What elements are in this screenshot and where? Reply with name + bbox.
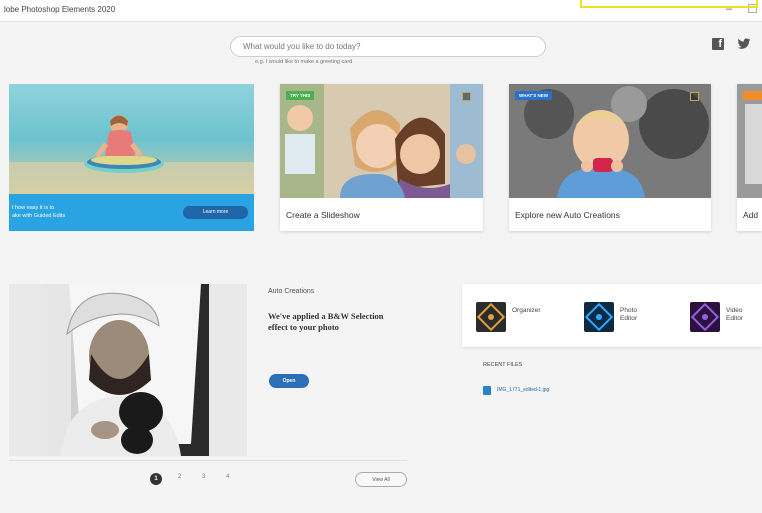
add-card-badge [743, 91, 762, 100]
slideshow-photo [280, 84, 483, 198]
add-card[interactable]: Add [737, 84, 762, 231]
add-card-label: Add [743, 210, 759, 220]
search-hint: e.g. I would like to make a greeting car… [255, 59, 353, 65]
guided-edits-card[interactable]: t how easy it is to ake with Guided Edit… [9, 84, 254, 231]
divider [9, 460, 407, 461]
slideshow-card[interactable]: TRY THIS Create a Slideshow [280, 84, 483, 231]
highlight-box [580, 0, 758, 8]
page-4[interactable]: 4 [226, 474, 229, 480]
whats-new-badge: WHAT'S NEW [515, 91, 552, 100]
auto-creations-label: Explore new Auto Creations [515, 210, 620, 220]
video-editor-icon [690, 302, 720, 332]
video-editor-label: Video Editor [726, 307, 743, 322]
page-2[interactable]: 2 [178, 474, 181, 480]
open-button[interactable]: Open [269, 374, 309, 388]
search-input[interactable] [230, 36, 546, 57]
view-all-button[interactable]: View All [355, 472, 407, 487]
organizer-icon [476, 302, 506, 332]
recent-files-heading: RECENT FILES [483, 362, 523, 368]
photo-editor-label: Photo Editor [620, 307, 637, 322]
auto-creations-photo [509, 84, 711, 198]
page-3[interactable]: 3 [202, 474, 205, 480]
twitter-icon[interactable] [737, 37, 751, 51]
slideshow-corner-icon [462, 92, 471, 101]
page-1[interactable]: 1 [150, 473, 162, 485]
auto-creations-card[interactable]: WHAT'S NEW Explore new Auto Creations [509, 84, 711, 231]
recent-file-link[interactable]: IMG_1771_edited-1.jpg [497, 387, 549, 393]
try-this-badge: TRY THIS [286, 91, 315, 100]
apps-panel: Organizer Photo Editor Video Editor [462, 284, 762, 347]
beach-photo [9, 84, 254, 194]
auto-creations-heading: Auto Creations [268, 288, 315, 295]
facebook-icon[interactable]: f [712, 38, 724, 50]
guided-edits-text: t how easy it is to ake with Guided Edit… [12, 205, 66, 219]
window-title: lobe Photoshop Elements 2020 [4, 5, 116, 14]
image-file-icon [483, 386, 491, 395]
slideshow-label: Create a Slideshow [286, 210, 360, 220]
learn-more-button[interactable]: Learn more [183, 206, 248, 219]
auto-creations-corner-icon [690, 92, 699, 101]
add-card-photo [737, 84, 762, 198]
photo-editor-icon [584, 302, 614, 332]
bw-photo [41, 284, 209, 456]
organizer-label: Organizer [512, 307, 541, 314]
auto-creation-description: We've applied a B&W Selection effect to … [268, 311, 384, 332]
auto-creation-photo-panel[interactable] [9, 284, 247, 456]
